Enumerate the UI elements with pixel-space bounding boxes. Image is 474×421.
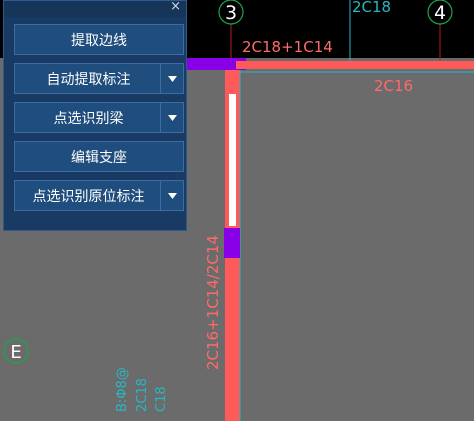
edit-support-label: 编辑支座 — [71, 149, 127, 166]
chevron-down-icon[interactable] — [160, 64, 183, 93]
auto-extract-annotation-label: 自动提取标注 — [46, 71, 131, 88]
beam-tools-panel: × 提取边线 自动提取标注 点选识别梁 编辑支座 点选识别原位标注 — [3, 0, 187, 231]
rebar-bottom-partial-2: 2C18 — [135, 378, 150, 412]
chevron-down-icon[interactable] — [160, 181, 183, 210]
edit-support-button[interactable]: 编辑支座 — [14, 141, 184, 172]
extract-edge-label: 提取边线 — [71, 32, 127, 49]
beam-vertical-highlight — [229, 94, 236, 226]
select-recognize-in-situ-annotation-button[interactable]: 点选识别原位标注 — [14, 180, 184, 211]
select-recognize-beam-label: 点选识别梁 — [53, 110, 124, 127]
rebar-vertical-annotation[interactable]: 2C16+1C14/2C14 — [204, 235, 222, 370]
axis-label-3: 3 — [225, 2, 237, 24]
rebar-top-annotation[interactable]: 2C18+1C14 — [242, 38, 333, 56]
chevron-down-icon[interactable] — [160, 103, 183, 132]
auto-extract-annotation-button[interactable]: 自动提取标注 — [14, 63, 184, 94]
close-icon[interactable]: × — [170, 0, 181, 14]
axis-label-E: E — [10, 342, 21, 363]
panel-header: × — [4, 0, 186, 17]
axis-label-4: 4 — [434, 2, 446, 24]
extract-edge-button[interactable]: 提取边线 — [14, 24, 184, 55]
select-recognize-in-situ-annotation-label: 点选识别原位标注 — [32, 188, 145, 205]
rebar-right-beam-annotation[interactable]: 2C16 — [374, 77, 413, 95]
rebar-bottom-partial-1: B:Φ8@ — [115, 367, 130, 412]
beam-horizontal[interactable] — [236, 61, 474, 69]
rebar-bottom-partial-3: C18 — [154, 386, 169, 412]
select-recognize-beam-button[interactable]: 点选识别梁 — [14, 102, 184, 133]
rebar-top-partial: 2C18 — [352, 0, 391, 16]
beam-support-middle — [224, 228, 240, 258]
